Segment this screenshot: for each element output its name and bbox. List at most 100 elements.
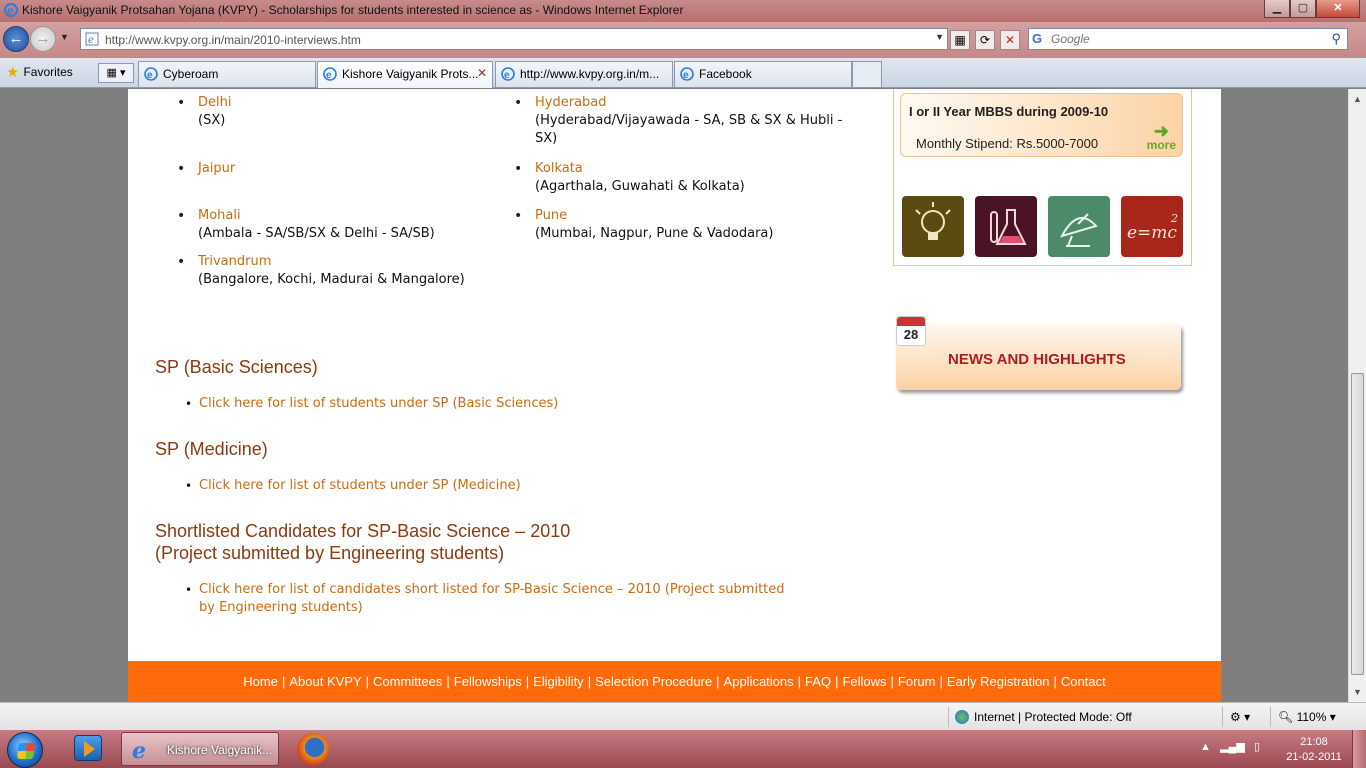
calendar-day: 28 — [903, 327, 919, 342]
scroll-down-icon[interactable]: ▼ — [1353, 687, 1362, 697]
search-icon[interactable]: ⚲ — [1331, 31, 1341, 47]
tray-expand-icon[interactable]: ▲ — [1200, 741, 1211, 753]
chevron-down-icon: ▾ — [1329, 710, 1336, 724]
list-item: • Kolkata (Agarthala, Guwahati & Kolkata… — [514, 160, 850, 196]
url-text[interactable]: http://www.kvpy.org.in/main/2010-intervi… — [105, 33, 361, 47]
page-icon: e — [85, 32, 99, 46]
sp-basic-sciences-link[interactable]: Click here for list of students under SP… — [199, 396, 558, 411]
list-item: • Mohali (Ambala - SA/SB/SX & Delhi - SA… — [177, 207, 498, 243]
city-link-delhi[interactable]: Delhi — [198, 94, 498, 112]
city-link-kolkata[interactable]: Kolkata — [535, 160, 850, 178]
sp-medicine-link[interactable]: Click here for list of students under SP… — [199, 478, 521, 493]
tab-kvpy-active[interactable]: e Kishore Vaigyanik Prots... ✕ — [317, 61, 493, 88]
search-box[interactable]: G ⚲ — [1028, 28, 1348, 50]
satellite-dish-icon[interactable] — [1048, 196, 1110, 257]
footer-separator: | — [835, 674, 839, 689]
tab-label: Cyberoam — [163, 67, 219, 81]
calendar-icon: 28 — [896, 316, 926, 346]
lightbulb-icon[interactable] — [902, 196, 964, 257]
refresh-icon[interactable]: ⟳ — [975, 30, 995, 50]
stop-icon[interactable]: ✕ — [1000, 30, 1020, 50]
start-button[interactable] — [7, 732, 43, 768]
footer-link-committees[interactable]: Committees — [373, 674, 442, 689]
footer-link-fellows[interactable]: Fellows — [842, 674, 886, 689]
media-player-icon[interactable] — [74, 735, 102, 761]
footer-separator: | — [365, 674, 370, 689]
protected-mode-icon[interactable]: ⚙ ▾ — [1230, 710, 1250, 724]
more-label: more — [1146, 138, 1176, 152]
footer-link-contact[interactable]: Contact — [1061, 674, 1106, 689]
battery-icon[interactable]: ▯ — [1254, 741, 1260, 753]
footer-separator: | — [1053, 674, 1057, 689]
clock-time: 21:08 — [1300, 736, 1328, 748]
footer-link-early-registration[interactable]: Early Registration — [947, 674, 1050, 689]
clock[interactable]: 21:08 21-02-2011 — [1283, 735, 1345, 765]
security-zone[interactable]: Internet | Protected Mode: Off — [955, 710, 1132, 724]
footer-link-selection-procedure[interactable]: Selection Procedure — [595, 674, 712, 689]
firefox-icon[interactable] — [297, 733, 329, 765]
list-item: • Click here for list of students under … — [185, 396, 559, 411]
close-button[interactable]: ✕ — [1316, 0, 1360, 18]
list-item: • Pune (Mumbai, Nagpur, Pune & Vadodara) — [514, 207, 850, 243]
footer-link-about-kvpy[interactable]: About KVPY — [289, 674, 361, 689]
vertical-scrollbar[interactable]: ▲ ▼ — [1348, 89, 1366, 702]
recent-pages-dropdown-icon[interactable]: ▼ — [60, 32, 69, 42]
link-line[interactable]: Click here for list of candidates short … — [199, 581, 839, 599]
ie-icon: e — [132, 738, 146, 764]
footer-nav: Home | About KVPY | Committees | Fellowships | E… — [128, 661, 1221, 702]
address-field[interactable]: e http://www.kvpy.org.in/main/2010-inter… — [80, 28, 948, 50]
scroll-thumb[interactable] — [1351, 373, 1364, 675]
shortlisted-link[interactable]: Click here for list of candidates short … — [199, 581, 839, 617]
stipend-text: Monthly Stipend: Rs.5000-7000 — [916, 136, 1099, 151]
quick-tabs-button[interactable]: ▦ ▾ — [98, 63, 134, 83]
maximize-button[interactable]: ▢ — [1290, 0, 1316, 18]
show-desktop-button[interactable] — [1352, 730, 1366, 768]
tab-kvpy-url[interactable]: e http://www.kvpy.org.in/m... — [495, 61, 673, 87]
taskbar-ie-button[interactable]: e Kishore Vaigyanik... — [121, 732, 279, 766]
back-button[interactable]: ← — [3, 26, 29, 52]
city-link-jaipur[interactable]: Jaipur — [198, 160, 498, 178]
link-line[interactable]: by Engineering students) — [199, 599, 839, 617]
city-link-trivandrum[interactable]: Trivandrum — [198, 253, 518, 271]
footer-link-faq[interactable]: FAQ — [805, 674, 831, 689]
more-link[interactable]: ➜ more — [1146, 122, 1176, 152]
zoom-control[interactable]: 🔍︎ 110% ▾ — [1278, 710, 1336, 724]
city-link-mohali[interactable]: Mohali — [198, 207, 498, 225]
footer-link-home[interactable]: Home — [243, 674, 278, 689]
footer-link-fellowships[interactable]: Fellowships — [454, 674, 522, 689]
taskbar: e Kishore Vaigyanik... ▲ ▂▄▆ ▯ 21:08 21-… — [0, 730, 1366, 768]
city-link-pune[interactable]: Pune — [535, 207, 850, 225]
news-highlights-banner[interactable]: 28 NEWS AND HIGHLIGHTS — [896, 316, 1181, 390]
favorites-button[interactable]: ★ Favorites — [6, 63, 73, 81]
footer-separator: | — [939, 674, 943, 689]
heading-line: Shortlisted Candidates for SP-Basic Scie… — [155, 521, 571, 541]
scroll-up-icon[interactable]: ▲ — [1353, 94, 1362, 104]
mbbs-banner[interactable]: I or II Year MBBS during 2009-10 Monthly… — [900, 93, 1183, 157]
minimize-button[interactable]: ▁ — [1264, 0, 1290, 18]
city-detail: (Agarthala, Guwahati & Kolkata) — [535, 179, 745, 194]
city-link-hyderabad[interactable]: Hyderabad — [535, 94, 850, 112]
window-titlebar: e Kishore Vaigyanik Protsahan Yojana (KV… — [0, 0, 1366, 22]
tab-facebook[interactable]: e Facebook — [674, 61, 852, 87]
address-dropdown-icon[interactable]: ▼ — [935, 32, 944, 42]
mbbs-title: I or II Year MBBS during 2009-10 — [909, 104, 1109, 119]
close-tab-icon[interactable]: ✕ — [477, 66, 487, 80]
page-content: • Delhi (SX) • Jaipur • Mohali (Ambala -… — [128, 89, 1221, 702]
network-icon[interactable]: ▂▄▆ — [1220, 741, 1245, 753]
new-tab-button[interactable] — [852, 61, 882, 87]
footer-link-forum[interactable]: Forum — [898, 674, 936, 689]
forward-button[interactable]: → — [30, 26, 56, 52]
footer-link-applications[interactable]: Applications — [724, 674, 794, 689]
flask-icon[interactable] — [975, 196, 1037, 257]
compatibility-view-icon[interactable]: ▦ — [950, 30, 970, 50]
footer-link-eligibility[interactable]: Eligibility — [533, 674, 584, 689]
footer-separator: | — [716, 674, 720, 689]
tab-bar: ★ Favorites ▦ ▾ e Cyberoam e Kishore Vai… — [0, 58, 1366, 88]
search-input[interactable] — [1051, 31, 1311, 47]
formula-emc2-icon[interactable]: e=mc 2 — [1121, 196, 1183, 257]
address-toolbar: ← → ▼ e http://www.kvpy.org.in/main/2010… — [0, 22, 1366, 58]
tab-cyberoam[interactable]: e Cyberoam — [138, 61, 316, 87]
system-tray[interactable]: ▲ ▂▄▆ ▯ — [1200, 740, 1260, 753]
ie-page-icon: e — [680, 67, 694, 81]
ie-page-icon: e — [501, 67, 515, 81]
